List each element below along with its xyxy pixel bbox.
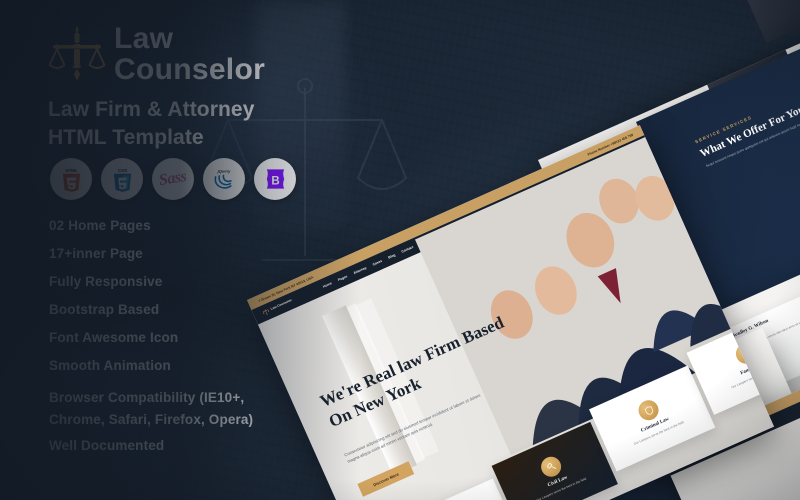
tech-badges: HTML CSS Sass jQuery B [50,158,296,200]
hero-cta-button[interactable]: Discover More [357,461,415,497]
page-title: Law Firm & Attorney HTML Template [48,98,255,149]
svg-text:jQuery: jQuery [217,169,232,174]
brand-name-line1: Law [114,22,174,56]
left-info-panel: Law Counselor Law Firm & Attorney HTML T… [0,0,300,500]
feature-item: Browser Compatibility (IE10+, Chrome, Sa… [49,389,254,427]
feature-item: Smooth Animation [49,357,171,373]
svg-text:CSS: CSS [118,167,127,172]
jquery-badge: jQuery [203,158,245,200]
feature-item: Font Awesome Icon [49,329,179,345]
html5-badge: HTML [50,158,92,200]
sass-icon: Sass [158,167,188,190]
html5-icon: HTML [62,167,80,192]
feature-list: 02 Home Pages 17+inner Page Fully Respon… [49,218,284,467]
svg-text:B: B [271,175,279,187]
bootstrap-icon: B [266,169,284,189]
feature-item: 17+inner Page [49,245,143,261]
bootstrap-badge: B [254,158,296,200]
jquery-icon: jQuery [214,169,232,189]
gavel-icon [537,453,565,481]
feature-item: Fully Responsive [49,273,163,289]
svg-text:HTML: HTML [65,167,77,172]
sass-badge: Sass [152,158,194,200]
brand-logo: Law Counselor [48,24,265,86]
brand-name-line2: Counselor [114,53,266,86]
feature-item: Well Documented [49,437,165,453]
feature-item: 02 Home Pages [49,218,151,233]
css3-badge: CSS [101,158,143,200]
css3-icon: CSS [113,167,131,192]
feature-item: Bootstrap Based [49,301,160,317]
scales-of-justice-pen-icon [48,26,106,81]
mockup-photo-topright [742,0,800,43]
shield-icon [635,397,662,424]
